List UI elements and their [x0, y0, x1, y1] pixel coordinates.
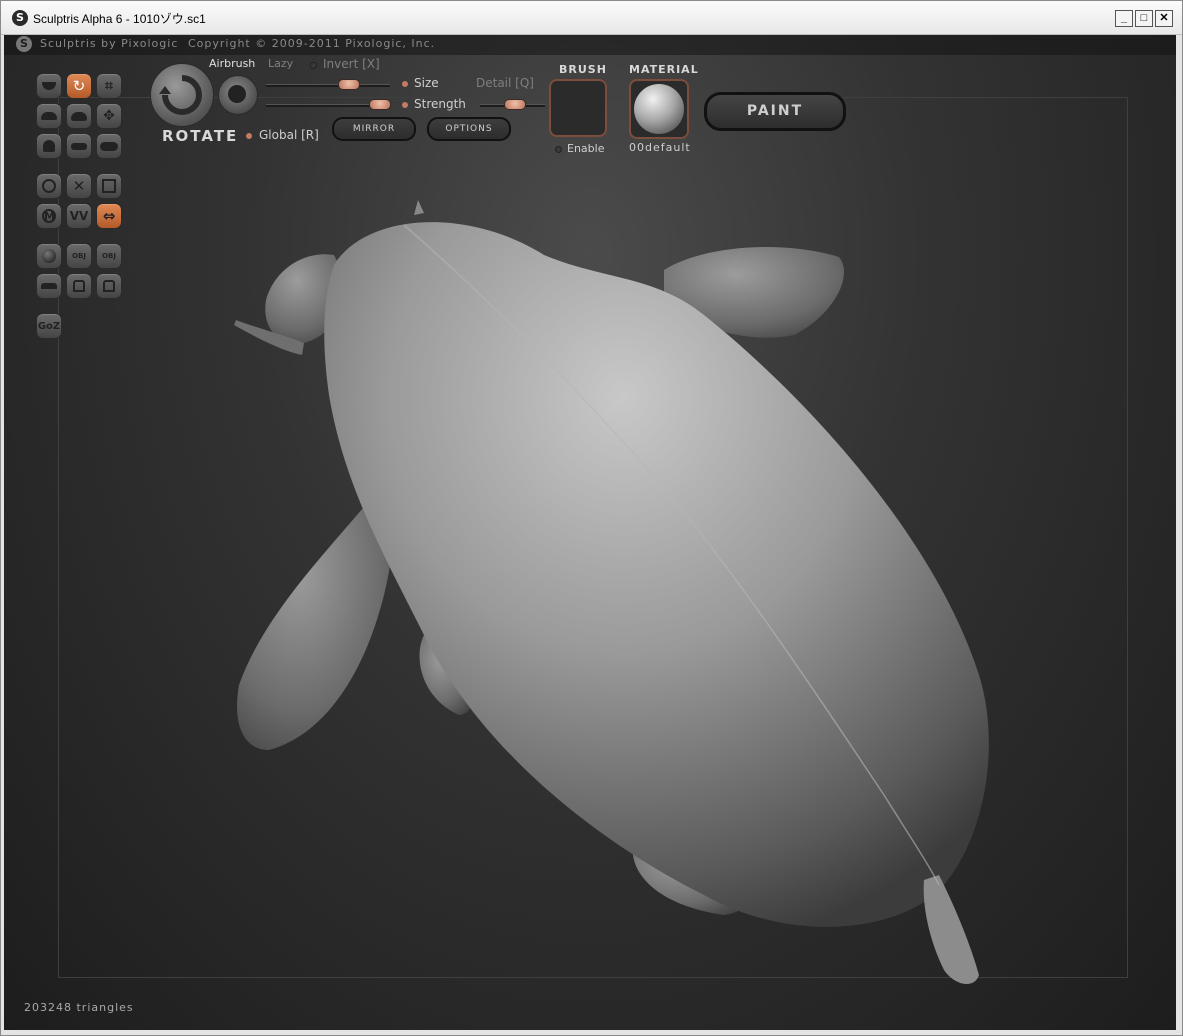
tool-crease[interactable]	[36, 73, 62, 99]
sphere-icon	[42, 249, 56, 263]
paint-button[interactable]: PAINT	[704, 92, 846, 131]
tool-grab[interactable]: ✥	[96, 103, 122, 129]
sculpt-viewport[interactable]: S Sculptris by Pixologic Copyright © 200…	[4, 35, 1176, 1030]
minimize-button[interactable]: _	[1115, 10, 1133, 27]
strength-slider-knob[interactable]	[369, 99, 391, 110]
export-obj-icon: OBJ	[102, 252, 116, 260]
grid-icon	[102, 179, 116, 193]
global-indicator	[246, 133, 252, 139]
options-button[interactable]: OPTIONS	[427, 117, 511, 141]
active-tool-name: ROTATE	[162, 127, 239, 145]
tool-wireframe[interactable]: ✕	[66, 173, 92, 199]
tool-inflate[interactable]	[66, 103, 92, 129]
tool-symmetry-curve[interactable]	[36, 173, 62, 199]
tool-flatten[interactable]	[66, 133, 92, 159]
inflate-icon	[71, 111, 87, 121]
tool-symmetry[interactable]: ⇔	[96, 203, 122, 229]
rotate-icon: ↻	[72, 77, 86, 95]
pinch-icon	[43, 140, 55, 152]
smooth-icon	[100, 141, 118, 151]
airbrush-toggle[interactable]: Airbrush	[209, 57, 255, 70]
rotate-arrow-icon	[159, 75, 202, 115]
material-header: MATERIAL	[629, 63, 699, 76]
tool-import-obj[interactable]: OBJ	[66, 243, 92, 269]
draw-icon	[41, 112, 57, 120]
material-slot[interactable]	[629, 79, 689, 139]
import-obj-icon: OBJ	[72, 252, 86, 260]
tool-grid[interactable]	[96, 173, 122, 199]
detail-slider-knob[interactable]	[504, 99, 526, 110]
lazy-toggle[interactable]: Lazy	[268, 57, 293, 70]
mirror-button[interactable]: MIRROR	[332, 117, 416, 141]
tool-crop[interactable]: ⌗	[96, 73, 122, 99]
tool-new-sphere[interactable]	[36, 243, 62, 269]
open-file-icon	[73, 280, 85, 292]
mask-icon: M	[42, 209, 56, 223]
brush-preview-icon[interactable]	[218, 75, 258, 115]
application-window: S Sculptris Alpha 6 - 1010ゾウ.sc1 _ □ ✕ S…	[0, 0, 1183, 1036]
active-tool-rotate-icon[interactable]	[150, 63, 214, 127]
brush-enable-toggle[interactable]: Enable	[567, 142, 604, 155]
tool-rotate[interactable]: ↻	[66, 73, 92, 99]
wireframe-icon: ✕	[72, 177, 86, 195]
goz-icon: GoZ	[37, 320, 61, 332]
save-file-icon	[103, 280, 115, 292]
size-slider-knob[interactable]	[338, 79, 360, 90]
tool-reduce[interactable]: VV	[66, 203, 92, 229]
strength-label: Strength	[414, 97, 466, 111]
maximize-button[interactable]: □	[1135, 10, 1153, 27]
brush-alpha-slot[interactable]	[549, 79, 607, 137]
size-label: Size	[414, 76, 439, 90]
material-preview-sphere	[634, 84, 684, 134]
detail-label: Detail [Q]	[476, 76, 534, 90]
tool-mask[interactable]: M	[36, 203, 62, 229]
invert-indicator[interactable]	[310, 62, 317, 69]
tool-export-obj[interactable]: OBJ	[96, 243, 122, 269]
global-toggle[interactable]: Global [R]	[259, 128, 319, 142]
brush-header: BRUSH	[559, 63, 607, 76]
sculptris-app-icon[interactable]: S	[12, 10, 28, 26]
tool-smooth[interactable]	[96, 133, 122, 159]
plane-icon	[41, 283, 57, 289]
material-name: 00default	[629, 141, 691, 154]
tool-draw[interactable]	[36, 103, 62, 129]
sculpted-elephant-model[interactable]	[4, 35, 1176, 1030]
window-title: Sculptris Alpha 6 - 1010ゾウ.sc1	[33, 12, 206, 26]
crop-icon: ⌗	[105, 78, 113, 94]
tool-save[interactable]	[96, 273, 122, 299]
move-arrows-icon: ✥	[103, 108, 115, 124]
curve-icon	[42, 179, 56, 193]
size-indicator	[402, 81, 408, 87]
invert-toggle[interactable]: Invert [X]	[323, 57, 380, 71]
brush-dot-icon	[228, 85, 246, 103]
reduce-icon: VV	[69, 209, 89, 223]
close-button[interactable]: ✕	[1155, 10, 1173, 27]
brush-enable-indicator[interactable]	[555, 146, 562, 153]
strength-indicator	[402, 102, 408, 108]
tool-goz[interactable]: GoZ	[36, 313, 62, 339]
flatten-icon	[71, 142, 87, 150]
title-bar[interactable]: S Sculptris Alpha 6 - 1010ゾウ.sc1 _ □ ✕	[1, 1, 1182, 35]
tool-open[interactable]	[66, 273, 92, 299]
tool-pinch[interactable]	[36, 133, 62, 159]
symmetry-arrows-icon: ⇔	[102, 207, 116, 225]
size-slider-track[interactable]	[266, 84, 390, 87]
crease-icon	[42, 82, 56, 90]
triangle-count: 203248 triangles	[24, 1001, 134, 1014]
tool-new-plane[interactable]	[36, 273, 62, 299]
